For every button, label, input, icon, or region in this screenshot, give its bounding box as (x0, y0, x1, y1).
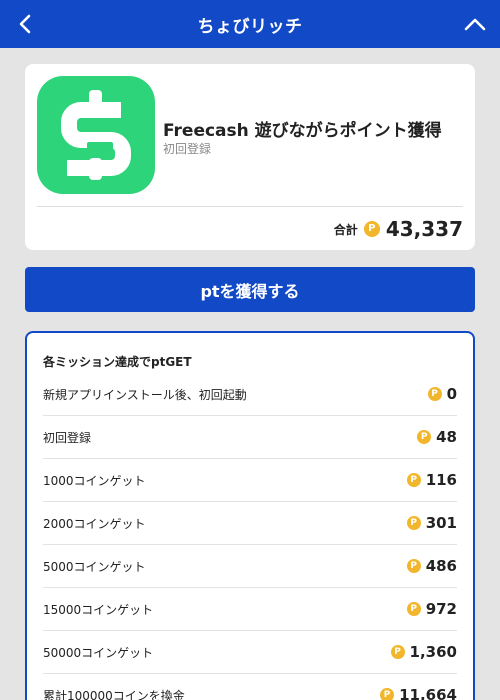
app-subtitle: 初回登録 (163, 142, 212, 156)
mission-points: 972 (425, 600, 457, 618)
mission-list: 新規アプリインストール後、初回起動 P 0 初回登録 P 48 1000コインゲ… (43, 373, 457, 700)
page-title: ちょびリッチ (197, 16, 303, 37)
coin-icon: P (406, 473, 421, 487)
mission-points: 48 (436, 428, 457, 446)
mission-label: 2000コインゲット (43, 516, 146, 531)
list-item: 5000コインゲット P 486 (43, 545, 457, 588)
mission-points: 116 (425, 471, 457, 489)
mission-label: 新規アプリインストール後、初回起動 (43, 387, 247, 402)
list-item: 新規アプリインストール後、初回起動 P 0 (43, 373, 457, 416)
mission-points: 486 (425, 557, 457, 575)
mission-points: 301 (425, 514, 457, 532)
mission-label: 初回登録 (43, 430, 92, 445)
coin-icon: P (406, 559, 421, 573)
list-item: 15000コインゲット P 972 (43, 588, 457, 631)
mission-reward: P 972 (406, 600, 457, 618)
mission-reward: P 0 (427, 385, 457, 403)
coin-icon: P (363, 221, 380, 237)
chevron-up-icon[interactable] (462, 12, 488, 36)
app-card: Freecash 遊びながらポイント獲得 初回登録 合計 P 43,337 (25, 64, 475, 250)
coin-icon: P (406, 602, 421, 616)
mission-label: 5000コインゲット (43, 559, 146, 574)
coin-icon: P (390, 645, 405, 659)
mission-panel: 各ミッション達成でptGET 新規アプリインストール後、初回起動 P 0 初回登… (25, 331, 475, 700)
freecash-logo-icon (37, 76, 155, 194)
mission-heading: 各ミッション達成でptGET (43, 355, 192, 369)
coin-icon: P (427, 387, 442, 401)
mission-points: 1,360 (409, 643, 457, 661)
mission-label: 50000コインゲット (43, 645, 154, 660)
list-item: 累計100000コインを換金 P 11,664 (43, 674, 457, 700)
mission-reward: P 48 (417, 428, 457, 446)
mission-points: 11,664 (399, 686, 457, 700)
list-item: 初回登録 P 48 (43, 416, 457, 459)
mission-label: 累計100000コインを換金 (43, 688, 185, 700)
list-item: 50000コインゲット P 1,360 (43, 631, 457, 674)
mission-label: 15000コインゲット (43, 602, 154, 617)
mission-reward: P 301 (406, 514, 457, 532)
total-label: 合計 (333, 222, 358, 237)
coin-icon: P (417, 430, 432, 444)
total-points: 合計 P 43,337 (334, 216, 463, 242)
mission-reward: P 11,664 (380, 686, 457, 700)
coin-icon: P (406, 516, 421, 530)
mission-reward: P 1,360 (390, 643, 457, 661)
list-item: 2000コインゲット P 301 (43, 502, 457, 545)
list-item: 1000コインゲット P 116 (43, 459, 457, 502)
get-points-button[interactable]: ptを獲得する (25, 267, 475, 312)
mission-reward: P 116 (406, 471, 457, 489)
app-name: Freecash 遊びながらポイント獲得 (163, 121, 442, 141)
divider (37, 206, 463, 207)
mission-reward: P 486 (406, 557, 457, 575)
total-value: 43,337 (385, 217, 463, 241)
mission-label: 1000コインゲット (43, 473, 146, 488)
chevron-left-icon[interactable] (14, 12, 38, 36)
top-bar: ちょびリッチ (0, 0, 500, 48)
coin-icon: P (380, 688, 395, 700)
mission-points: 0 (446, 385, 457, 403)
